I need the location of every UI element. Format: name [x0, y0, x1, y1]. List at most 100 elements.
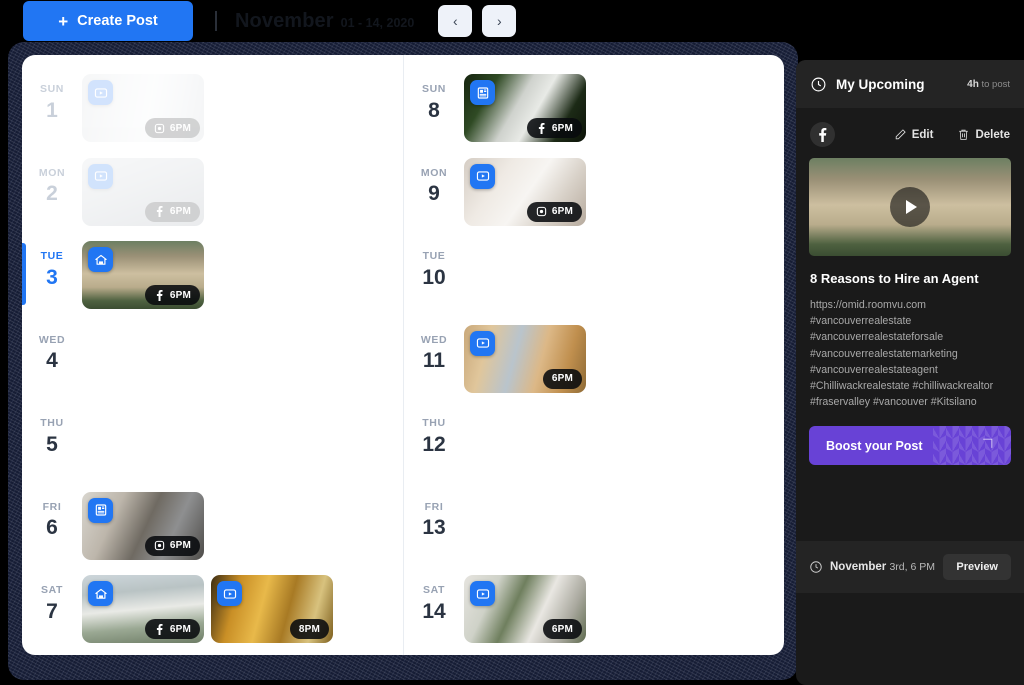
day-number: 11 [404, 348, 464, 374]
day-number: 4 [22, 348, 82, 374]
calendar-column-right: SUN86PMMON96PMTUE10WED116PMTHU12FRI13SAT… [403, 55, 784, 655]
edit-button[interactable]: Edit [894, 128, 934, 141]
clock-small-icon [809, 560, 823, 574]
scheduled-datetime: November 3rd, 6 PM [830, 561, 936, 573]
calendar-day-row[interactable]: TUE10 [404, 235, 784, 319]
scheduled-post-card[interactable]: 6PM [464, 575, 586, 643]
scheduled-post-card[interactable]: 6PM [464, 158, 586, 226]
post-time-badge: 6PM [527, 118, 582, 138]
instagram-icon [536, 206, 547, 217]
facebook-icon [154, 206, 165, 217]
house-icon [88, 581, 113, 606]
house-icon [88, 247, 113, 272]
video-icon [470, 331, 495, 356]
day-of-week: SAT [404, 583, 464, 599]
scheduled-post-card[interactable]: 6PM [82, 492, 204, 560]
calendar-day-row[interactable]: WED11 6PM [404, 319, 784, 403]
day-label: MON9 [404, 152, 464, 208]
calendar-day-row[interactable]: WED4 [22, 319, 403, 403]
day-label: THU12 [404, 402, 464, 458]
day-label: WED11 [404, 319, 464, 375]
top-toolbar: + Create Post November 01 - 14, 2020 ‹ › [0, 0, 1024, 42]
day-number: 6 [22, 515, 82, 541]
trash-icon [957, 128, 970, 141]
month-range: 01 - 14, 2020 [341, 16, 415, 30]
app-root: + Create Post November 01 - 14, 2020 ‹ ›… [0, 0, 1024, 685]
post-time-badge: 6PM [145, 285, 200, 305]
day-number: 7 [22, 599, 82, 625]
day-number: 2 [22, 181, 82, 207]
day-label: WED4 [22, 319, 82, 375]
article-icon [470, 80, 495, 105]
post-time-badge: 6PM [543, 369, 582, 389]
date-range-label: November 01 - 14, 2020 [235, 10, 414, 33]
boost-post-button[interactable]: Boost your Post [809, 426, 1011, 465]
plus-icon: + [58, 13, 68, 30]
day-post-list: 6PM [464, 68, 586, 142]
video-icon [88, 164, 113, 189]
day-of-week: WED [22, 333, 82, 349]
video-icon [88, 80, 113, 105]
video-icon [470, 164, 495, 189]
scheduled-post-card[interactable]: 6PM [82, 74, 204, 142]
post-time-badge: 8PM [290, 619, 329, 639]
post-time-badge: 6PM [145, 536, 200, 556]
calendar-day-row[interactable]: FRI6 6PM [22, 486, 403, 570]
day-of-week: SAT [22, 583, 82, 599]
day-of-week: MON [404, 166, 464, 182]
calendar-day-row[interactable]: THU12 [404, 402, 784, 486]
create-post-label: Create Post [77, 13, 158, 29]
calendar-day-row[interactable]: MON26PM [22, 152, 403, 236]
day-post-list: 6PM [82, 486, 204, 560]
day-label: TUE3 [22, 235, 82, 291]
calendar-day-row[interactable]: MON9 6PM [404, 152, 784, 236]
post-time-label: 6PM [552, 373, 573, 384]
day-label: SAT7 [22, 569, 82, 625]
scheduled-post-card[interactable]: 8PM [211, 575, 333, 643]
delete-label: Delete [975, 129, 1010, 141]
day-post-list: 6PM [82, 235, 204, 309]
day-label: FRI6 [22, 486, 82, 542]
calendar-day-row[interactable]: TUE3 6PM [22, 235, 403, 319]
day-of-week: SUN [22, 82, 82, 98]
create-post-button[interactable]: + Create Post [23, 1, 193, 41]
calendar-day-row[interactable]: SAT76PM 8PM [22, 569, 403, 653]
post-time-badge: 6PM [543, 619, 582, 639]
scheduled-post-card[interactable]: 6PM [82, 241, 204, 309]
day-label: THU5 [22, 402, 82, 458]
scheduled-post-card[interactable]: 6PM [82, 575, 204, 643]
calendar-day-row[interactable]: FRI13 [404, 486, 784, 570]
scheduled-post-card[interactable]: 6PM [82, 158, 204, 226]
day-number: 10 [404, 265, 464, 291]
calendar-day-row[interactable]: SUN16PM [22, 68, 403, 152]
toolbar-divider [215, 11, 217, 31]
play-button[interactable] [890, 187, 930, 227]
post-time-badge: 6PM [145, 118, 200, 138]
day-post-list: 6PM [82, 152, 204, 226]
post-time-label: 6PM [170, 123, 191, 134]
post-media-preview[interactable] [809, 158, 1011, 256]
post-time-label: 8PM [299, 624, 320, 635]
month-name: November [235, 10, 334, 33]
panel-action-row: Edit Delete [796, 108, 1024, 158]
calendar-day-row[interactable]: SAT146PM [404, 569, 784, 653]
scheduled-post-card[interactable]: 6PM [464, 325, 586, 393]
next-period-button[interactable]: › [482, 5, 516, 37]
day-of-week: SUN [404, 82, 464, 98]
scheduled-post-card[interactable]: 6PM [464, 74, 586, 142]
post-time-label: 6PM [170, 540, 191, 551]
delete-button[interactable]: Delete [957, 128, 1010, 141]
boost-label: Boost your Post [809, 439, 923, 453]
day-number: 3 [22, 265, 82, 291]
day-post-list: 6PM [464, 569, 586, 643]
calendar-day-row[interactable]: THU5 [22, 402, 403, 486]
video-icon [470, 581, 495, 606]
post-time-badge: 6PM [527, 202, 582, 222]
pencil-icon [894, 128, 907, 141]
prev-period-button[interactable]: ‹ [438, 5, 472, 37]
post-title: 8 Reasons to Hire an Agent [796, 256, 1024, 297]
calendar-day-row[interactable]: SUN86PM [404, 68, 784, 152]
post-time-badge: 6PM [145, 202, 200, 222]
clock-icon [810, 76, 827, 93]
preview-button[interactable]: Preview [943, 554, 1011, 580]
